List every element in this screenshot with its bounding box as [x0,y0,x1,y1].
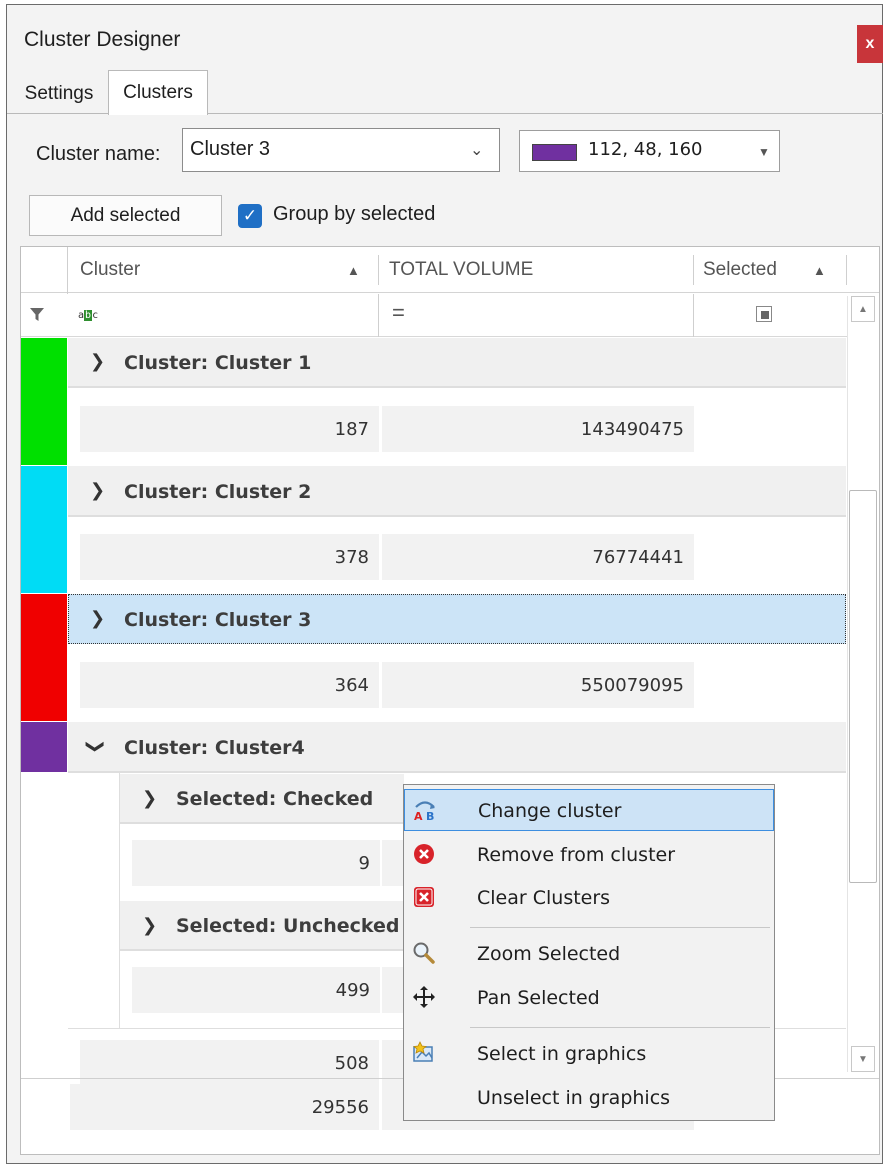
menu-item-label: Unselect in graphics [477,1087,671,1109]
color-swatch [532,144,577,161]
tab-settings[interactable]: Settings [10,74,108,114]
grand-total-cell: 29556 [70,1084,379,1130]
group-by-checkbox[interactable]: ✓ [238,204,262,228]
scroll-up-icon[interactable]: ▲ [851,296,875,322]
menu-item-change-cluster[interactable]: A B Change cluster [404,789,774,831]
volume-cell [382,1040,404,1086]
select-graphics-icon [412,1041,436,1065]
group-label: Cluster: Cluster 2 [124,481,312,503]
count-cell: 364 [80,662,379,708]
menu-item-label: Clear Clusters [477,887,611,909]
column-header-total-volume[interactable]: TOTAL VOLUME [389,259,533,281]
menu-item-unselect-in-graphics[interactable]: Unselect in graphics [404,1077,774,1119]
chevron-down-icon[interactable]: ⌄ [470,140,483,160]
menu-item-select-in-graphics[interactable]: Select in graphics [404,1033,774,1075]
menu-item-label: Select in graphics [477,1043,647,1065]
volume-cell: 143490475 [382,406,694,452]
chevron-right-icon[interactable]: ❯ [90,480,105,501]
cluster-color-stripe [21,722,67,772]
volume-cell: 550079095 [382,662,694,708]
pan-icon [412,985,436,1009]
group-label: Cluster: Cluster4 [124,737,305,759]
zoom-icon [412,941,436,965]
column-header-selected[interactable]: Selected [703,259,777,281]
chevron-down-icon[interactable]: ❯ [85,739,106,754]
color-value: 112, 48, 160 [588,139,703,160]
group-label: Cluster: Cluster 3 [124,609,312,631]
sort-asc-icon[interactable]: ▲ [813,263,826,278]
menu-item-remove-from-cluster[interactable]: Remove from cluster [404,834,774,876]
cluster-color-stripe [21,466,67,593]
volume-cell [382,840,404,886]
cluster-name-label: Cluster name: [36,143,161,165]
cluster-name-value: Cluster 3 [190,138,271,160]
column-divider [846,255,847,285]
column-divider [378,255,379,285]
cluster-total-cell: 508 [80,1040,379,1086]
count-cell: 9 [132,840,380,886]
clear-clusters-icon [412,885,436,909]
scrollbar-thumb[interactable] [849,490,877,883]
change-cluster-icon: A B [413,798,437,822]
menu-item-zoom-selected[interactable]: Zoom Selected [404,933,774,975]
tab-clusters[interactable]: Clusters [108,70,208,115]
window-title: Cluster Designer [24,28,181,51]
chevron-right-icon[interactable]: ❯ [90,351,105,372]
chevron-right-icon[interactable]: ❯ [142,915,157,936]
menu-separator [470,1027,770,1028]
svg-text:A: A [414,810,423,822]
column-header-cluster[interactable]: Cluster [80,259,140,281]
dropdown-arrow-icon[interactable]: ▼ [758,145,770,159]
remove-icon [412,842,436,866]
count-cell: 378 [80,534,379,580]
group-label: Cluster: Cluster 1 [124,352,312,374]
text-filter-icon[interactable]: abc [78,310,98,321]
menu-item-label: Pan Selected [477,987,600,1009]
menu-item-label: Zoom Selected [477,943,621,965]
filter-equals[interactable]: = [392,300,405,326]
subgroup-label: Selected: Unchecked [176,915,400,937]
selected-filter-checkbox[interactable] [756,306,772,322]
scroll-down-icon[interactable]: ▼ [851,1046,875,1072]
menu-item-label: Change cluster [478,800,622,822]
volume-cell: 76774441 [382,534,694,580]
svg-text:B: B [426,810,434,822]
sort-asc-icon[interactable]: ▲ [347,263,360,278]
cluster-color-stripe [21,338,67,465]
add-selected-button[interactable]: Add selected [29,195,222,236]
menu-item-clear-clusters[interactable]: Clear Clusters [404,877,774,919]
column-divider [378,294,379,337]
cluster-color-stripe [21,594,67,721]
filter-icon[interactable] [30,305,44,328]
column-divider [693,294,694,337]
indent-area [68,773,120,1028]
filter-row [21,294,847,337]
column-divider [693,255,694,285]
subgroup-label: Selected: Checked [176,788,374,810]
menu-item-label: Remove from cluster [477,844,676,866]
group-by-label: Group by selected [273,203,436,225]
close-button[interactable]: x [857,25,883,63]
count-cell: 499 [132,967,380,1013]
menu-item-pan-selected[interactable]: Pan Selected [404,977,774,1019]
count-cell: 187 [80,406,379,452]
menu-separator [470,927,770,928]
chevron-right-icon[interactable]: ❯ [90,608,105,629]
chevron-right-icon[interactable]: ❯ [142,788,157,809]
volume-cell [382,967,404,1013]
